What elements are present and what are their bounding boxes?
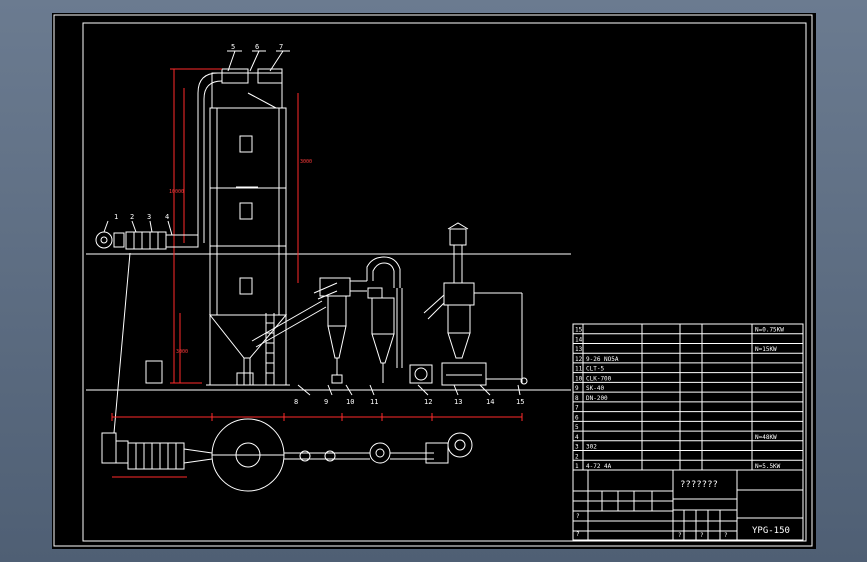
svg-text:3000: 3000	[300, 159, 312, 165]
bom-no-cell: 8	[575, 395, 579, 402]
bom-no-cell: 2	[575, 453, 579, 460]
part-no-3: 3	[147, 213, 151, 221]
tower-dimensions: 10000 3000 3000	[169, 68, 312, 384]
control-box	[145, 360, 163, 384]
bom-no-cell: 1	[575, 463, 579, 470]
part-no-7: 7	[279, 43, 283, 51]
part-no-13: 13	[454, 398, 462, 406]
bom-note-cell: N=48KW	[755, 434, 777, 441]
svg-text:3000: 3000	[176, 349, 188, 355]
top-leaders	[227, 50, 290, 72]
drying-tower	[197, 68, 338, 386]
part-no-4: 4	[165, 213, 169, 221]
part-no-14: 14	[486, 398, 494, 406]
bom-no-cell: 12	[575, 356, 583, 363]
bom-model-cell: 4-72 4A	[586, 463, 612, 470]
cyclone-separators	[319, 222, 528, 386]
fan-heater-unit	[95, 220, 199, 434]
bom-no-cell: 11	[575, 366, 583, 373]
mark-2: ?	[576, 531, 580, 538]
part-no-6: 6	[255, 43, 259, 51]
part-no-5: 5	[231, 43, 235, 51]
mark-1: ?	[576, 513, 580, 520]
bom-no-cell: 6	[575, 414, 579, 421]
bom-model-cell: SK-40	[586, 385, 604, 392]
plan-view	[101, 413, 523, 492]
bom-no-cell: 14	[575, 336, 583, 343]
drawing-code: YPG-150	[752, 526, 790, 536]
bom-no-cell: 5	[575, 424, 579, 431]
bom-model-cell: CLT-5	[586, 366, 604, 373]
bom-no-cell: 13	[575, 346, 583, 353]
bom-no-cell: 4	[575, 434, 579, 441]
bom-model-cell: CLK-700	[586, 375, 612, 382]
bom-note-cell: N=15KW	[755, 346, 777, 353]
svg-text:10000: 10000	[169, 189, 184, 195]
part-no-8: 8	[294, 398, 298, 406]
mark-5: ?	[724, 532, 728, 539]
mark-3: ?	[678, 532, 682, 539]
bom-no-cell: 7	[575, 405, 579, 412]
part-no-2: 2	[130, 213, 134, 221]
part-no-12: 12	[424, 398, 432, 406]
engineering-drawing: 10000 3000 3000 1 2 3 4 5 6 7 8 9 10 11 …	[53, 14, 813, 547]
bom-model-cell: DN-200	[586, 395, 608, 402]
part-no-1: 1	[114, 213, 118, 221]
part-no-11: 11	[370, 398, 378, 406]
bom-no-cell: 10	[575, 375, 583, 382]
bom-no-cell: 9	[575, 385, 579, 392]
bom-note-cell: N=5.5KW	[755, 463, 781, 470]
drawing-name: ???????	[680, 480, 718, 490]
bom-no-cell: 3	[575, 444, 579, 451]
bom-model-cell: 9-26 NO5A	[586, 356, 619, 363]
part-no-10: 10	[346, 398, 354, 406]
part-no-15: 15	[516, 398, 524, 406]
bom-model-cell: 302	[586, 444, 597, 451]
bom-no-cell: 15	[575, 327, 583, 334]
part-no-9: 9	[324, 398, 328, 406]
mark-4: ?	[700, 532, 704, 539]
drawing-sheet: 10000 3000 3000 1 2 3 4 5 6 7 8 9 10 11 …	[52, 13, 816, 549]
bom-note-cell: N=0.75KW	[755, 327, 784, 334]
title-block: ??????? YPG-150 ? ? ? ? ?	[572, 469, 804, 541]
